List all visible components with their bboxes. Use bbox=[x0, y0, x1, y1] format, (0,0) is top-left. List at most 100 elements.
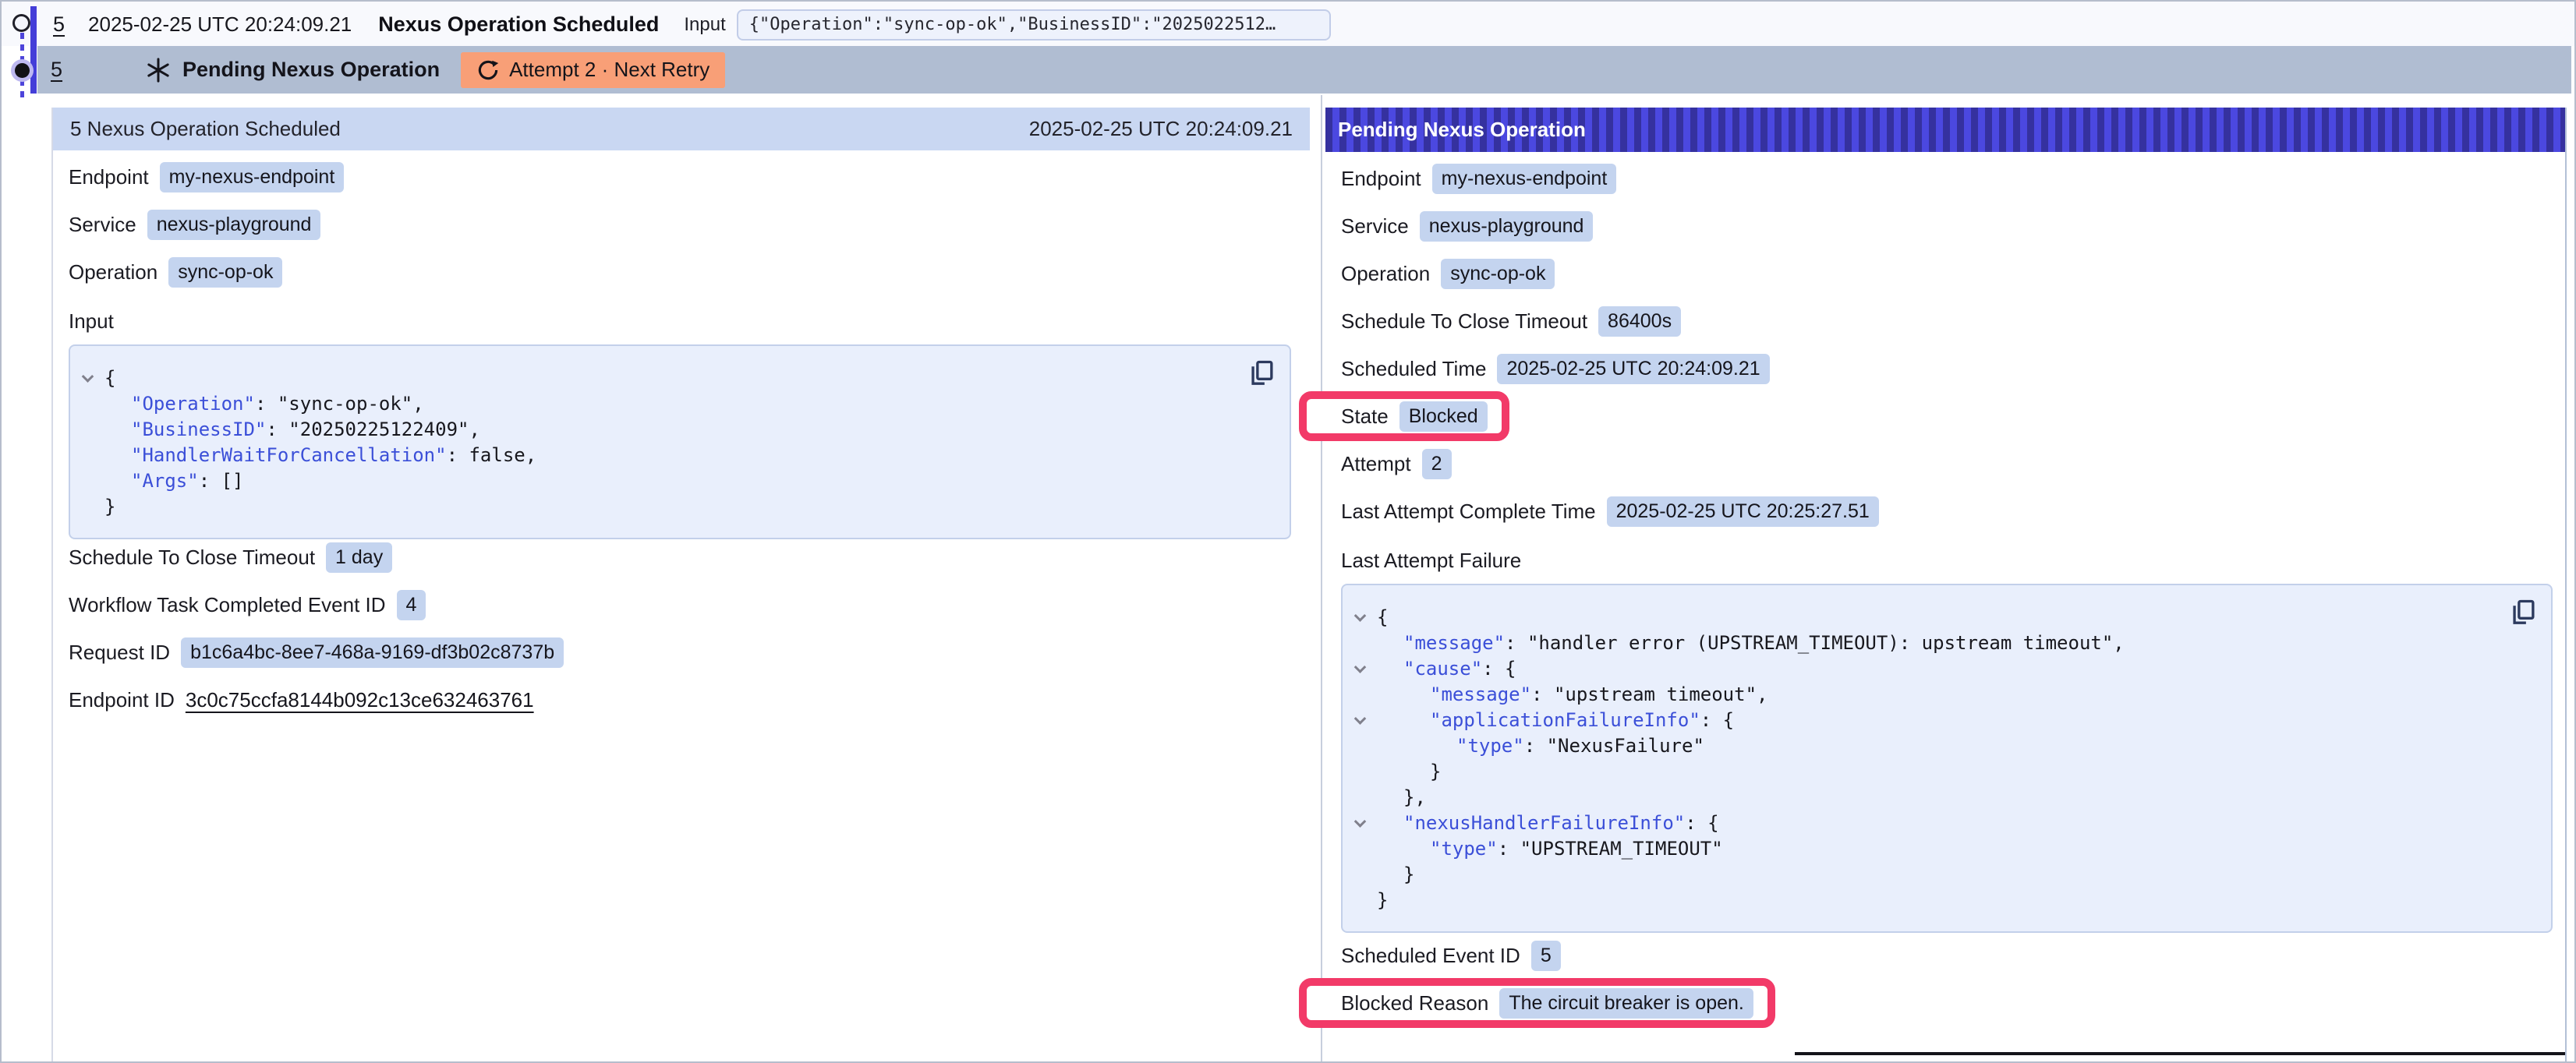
scheduled-panel-header: 5 Nexus Operation Scheduled 2025-02-25 U… bbox=[53, 108, 1310, 150]
field-value-badge: my-nexus-endpoint bbox=[160, 162, 345, 192]
collapse-toggle[interactable] bbox=[70, 373, 104, 382]
json-key: "type" bbox=[1456, 735, 1524, 757]
chevron-down-icon bbox=[1353, 712, 1366, 725]
detail-field-row: Endpointmy-nexus-endpoint bbox=[1341, 164, 1616, 192]
json-text: : { bbox=[1700, 709, 1734, 731]
field-value-badge: 86400s bbox=[1598, 306, 1681, 337]
chevron-down-icon bbox=[1353, 609, 1366, 622]
retry-icon bbox=[476, 58, 500, 82]
detail-field-row: Scheduled Event ID 5 bbox=[1341, 941, 1561, 969]
event-title: Nexus Operation Scheduled bbox=[378, 12, 659, 37]
field-value-badge: Blocked bbox=[1399, 401, 1488, 432]
chevron-down-icon bbox=[1353, 815, 1366, 828]
field-value-badge: 5 bbox=[1531, 941, 1561, 971]
bottom-boundary-line bbox=[1795, 1052, 2565, 1055]
input-preview-pill[interactable]: {"Operation":"sync-op-ok","BusinessID":"… bbox=[737, 9, 1331, 41]
detail-field-row: Attempt2 bbox=[1341, 450, 1452, 478]
field-value-badge: nexus-playground bbox=[147, 210, 321, 240]
chevron-down-icon bbox=[1353, 661, 1366, 673]
detail-field-row: Request ID b1c6a4bc-8ee7-468a-9169-df3b02… bbox=[69, 638, 564, 666]
json-key: "BusinessID" bbox=[131, 418, 266, 440]
code-line: "message": "handler error (UPSTREAM_TIME… bbox=[1343, 630, 2504, 655]
field-label: Request ID bbox=[69, 641, 170, 665]
timeline-current-dot-icon bbox=[15, 63, 30, 78]
code-line: "Operation": "sync-op-ok", bbox=[70, 390, 1243, 416]
field-label: Scheduled Event ID bbox=[1341, 944, 1520, 968]
field-value-badge: 4 bbox=[397, 590, 426, 620]
json-text: : "20250225122409", bbox=[266, 418, 480, 440]
copy-icon bbox=[1247, 358, 1276, 387]
code-line: "nexusHandlerFailureInfo": { bbox=[1343, 810, 2504, 835]
field-label: Service bbox=[1341, 214, 1409, 238]
code-line: } bbox=[1343, 887, 2504, 913]
detail-field-row: Operationsync-op-ok bbox=[69, 258, 282, 286]
collapse-toggle[interactable] bbox=[1343, 664, 1377, 673]
json-text: } bbox=[1403, 863, 1414, 885]
field-label: Endpoint bbox=[69, 165, 149, 189]
field-label: State bbox=[1341, 404, 1389, 429]
collapse-toggle[interactable] bbox=[1343, 818, 1377, 827]
json-key: "type" bbox=[1430, 838, 1498, 860]
pending-event-row[interactable]: 5 Pending Nexus Operation Attempt 2 · Ne… bbox=[37, 46, 2571, 94]
json-text: : false, bbox=[447, 444, 537, 466]
json-key: "message" bbox=[1430, 683, 1531, 705]
json-text: : "upstream timeout", bbox=[1531, 683, 1767, 705]
json-text: : "NexusFailure" bbox=[1524, 735, 1704, 757]
code-line: "HandlerWaitForCancellation": false, bbox=[70, 442, 1243, 468]
json-key: "nexusHandlerFailureInfo" bbox=[1403, 812, 1685, 834]
detail-field-row: Operation sync-op-ok bbox=[1341, 260, 1555, 288]
detail-field-row: Service nexus-playground bbox=[1341, 212, 1593, 240]
json-text: } bbox=[1377, 889, 1388, 911]
field-label: Schedule To Close Timeout bbox=[69, 546, 315, 570]
timeline-open-circle-icon bbox=[12, 14, 30, 32]
field-label: Endpoint bbox=[1341, 167, 1421, 191]
endpoint-id-link[interactable]: 3c0c75ccfa8144b092c13ce632463761 bbox=[186, 688, 534, 712]
scheduled-fields-bottom: Schedule To Close Timeout1 dayWorkflow T… bbox=[69, 543, 564, 666]
copy-button[interactable] bbox=[2507, 596, 2539, 627]
field-value-badge: nexus-playground bbox=[1420, 211, 1594, 242]
scheduled-event-detail-panel: 5 Nexus Operation Scheduled 2025-02-25 U… bbox=[51, 108, 1310, 1061]
detail-field-row: State Blocked bbox=[1341, 402, 1488, 430]
code-line: } bbox=[1343, 861, 2504, 887]
input-section-label: Input bbox=[69, 309, 114, 334]
field-value-badge: 2025-02-25 UTC 20:25:27.51 bbox=[1607, 496, 1879, 527]
collapse-toggle[interactable] bbox=[1343, 715, 1377, 724]
json-key: "Args" bbox=[131, 470, 199, 492]
json-text: : { bbox=[1482, 658, 1516, 680]
endpoint-id-row: Endpoint ID 3c0c75ccfa8144b092c13ce63246… bbox=[69, 686, 534, 714]
pending-operation-detail-panel: Pending Nexus Operation Endpointmy-nexus… bbox=[1325, 108, 2565, 1061]
code-line: "applicationFailureInfo": { bbox=[1343, 707, 2504, 733]
field-value-badge: sync-op-ok bbox=[1441, 259, 1555, 289]
code-line: "message": "upstream timeout", bbox=[1343, 681, 2504, 707]
retry-attempt-badge: Attempt 2 · Next Retry bbox=[461, 52, 725, 88]
field-value-badge: 2025-02-25 UTC 20:24:09.21 bbox=[1497, 354, 1769, 384]
json-text: { bbox=[1377, 606, 1388, 628]
field-label: Service bbox=[69, 213, 136, 237]
code-line: "Args": [] bbox=[70, 468, 1243, 493]
code-line: "type": "NexusFailure" bbox=[1343, 733, 2504, 758]
collapse-toggle[interactable] bbox=[1343, 613, 1377, 621]
field-label: Last Attempt Complete Time bbox=[1341, 500, 1596, 524]
right-panel-edge bbox=[2565, 108, 2567, 1061]
asterisk-icon bbox=[145, 57, 172, 83]
field-label: Operation bbox=[69, 260, 157, 284]
copy-button[interactable] bbox=[1246, 357, 1277, 388]
event-row-scheduled[interactable]: 5 2025-02-25 UTC 20:24:09.21 Nexus Opera… bbox=[37, 3, 2571, 46]
chevron-down-icon bbox=[81, 370, 94, 383]
detail-field-row: Service nexus-playground bbox=[69, 210, 320, 238]
code-line: "cause": { bbox=[1343, 655, 2504, 681]
field-label: Workflow Task Completed Event ID bbox=[69, 593, 386, 617]
failure-section-label: Last Attempt Failure bbox=[1341, 549, 1521, 573]
scheduled-panel-title: 5 Nexus Operation Scheduled bbox=[70, 117, 341, 141]
input-code-block: {"Operation": "sync-op-ok","BusinessID":… bbox=[69, 344, 1291, 539]
field-value-badge: The circuit breaker is open. bbox=[1499, 988, 1753, 1019]
json-text: : "sync-op-ok", bbox=[255, 393, 424, 415]
field-value-badge: b1c6a4bc-8ee7-468a-9169-df3b02c8737b bbox=[181, 637, 564, 668]
detail-field-row: Blocked ReasonThe circuit breaker is ope… bbox=[1341, 989, 1753, 1017]
input-label: Input bbox=[684, 14, 725, 36]
scheduled-fields-top: Endpoint my-nexus-endpoint Service nexus-pl… bbox=[69, 163, 344, 286]
field-label: Operation bbox=[1341, 262, 1430, 286]
pending-event-id-link[interactable]: 5 bbox=[51, 58, 62, 82]
event-history-view: 5 2025-02-25 UTC 20:24:09.21 Nexus Opera… bbox=[0, 0, 2576, 1063]
event-id-link[interactable]: 5 bbox=[53, 12, 65, 37]
